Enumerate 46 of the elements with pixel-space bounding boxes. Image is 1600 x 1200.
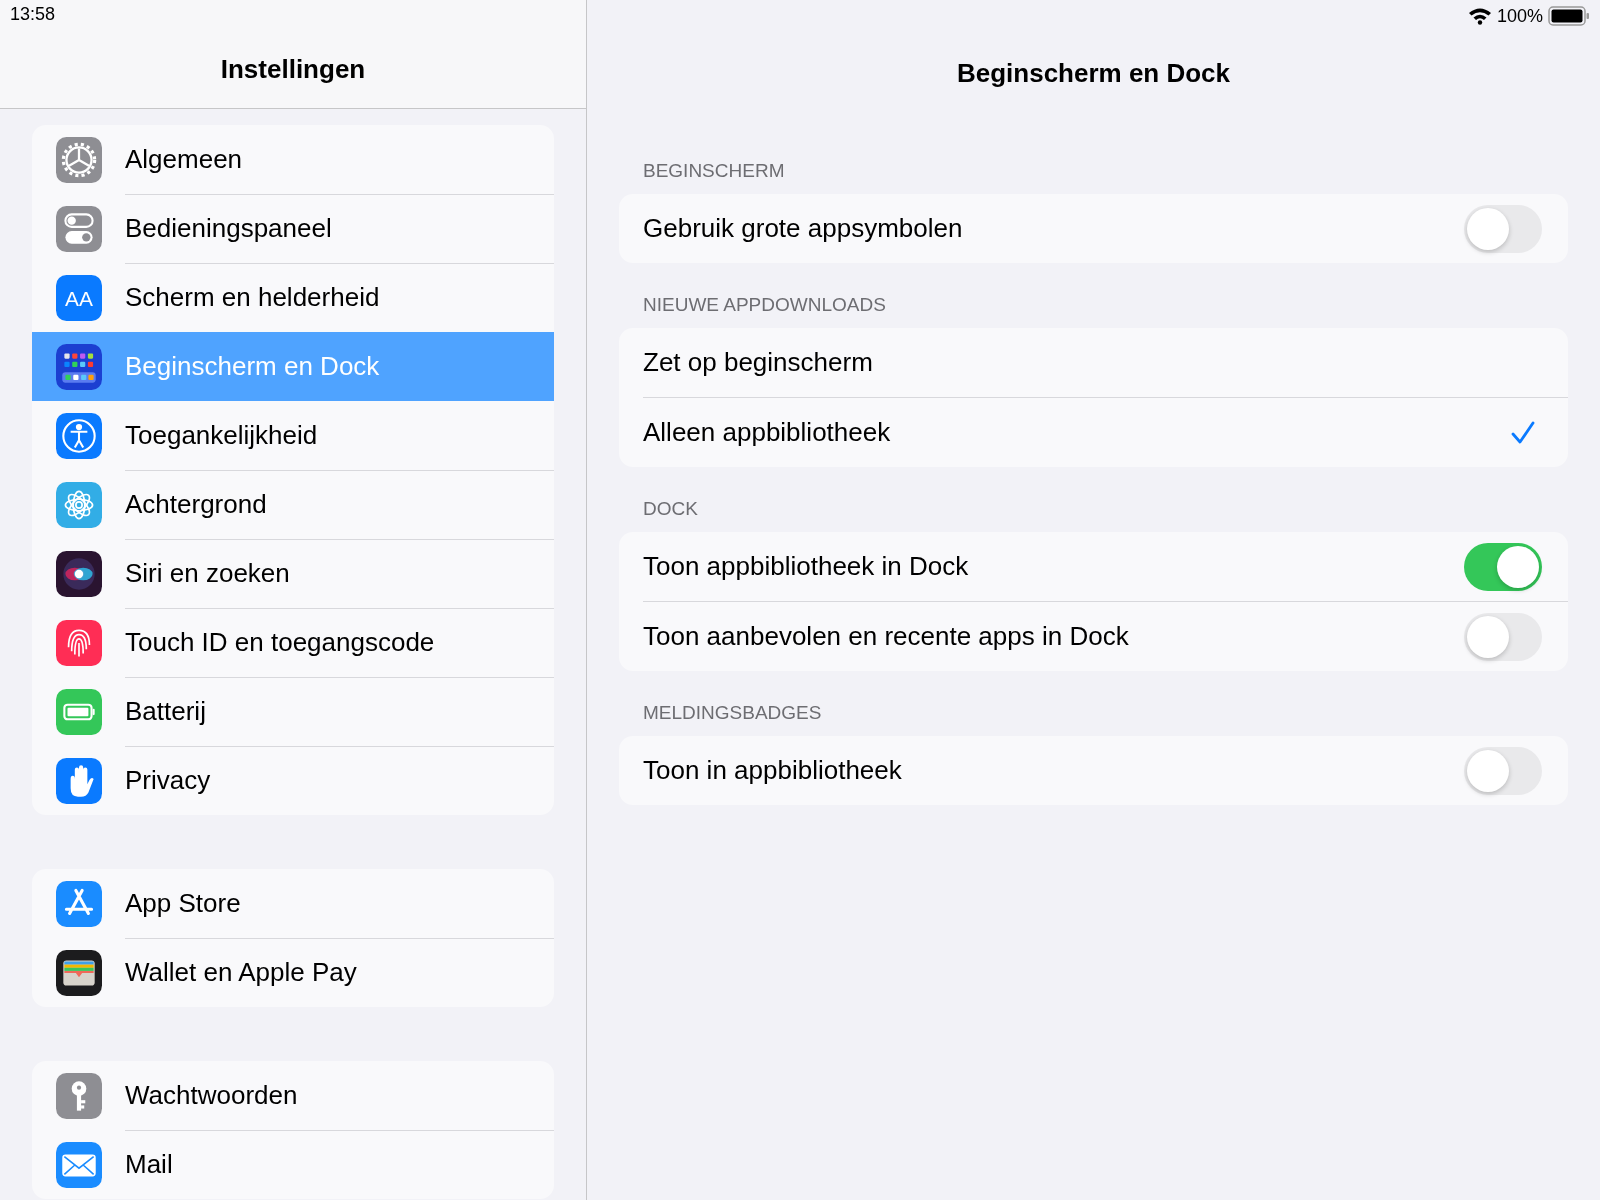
flower-icon — [56, 481, 102, 528]
sidebar-item[interactable]: Siri en zoeken — [32, 539, 554, 608]
setting-label: Zet op beginscherm — [643, 347, 874, 378]
orb-icon — [56, 550, 102, 597]
sidebar-item[interactable]: Algemeen — [32, 125, 554, 194]
setting-label: Toon appbibliotheek in Dock — [643, 551, 970, 582]
gear-icon — [56, 136, 102, 183]
hand-icon — [56, 757, 102, 804]
battery-icon — [1548, 6, 1590, 26]
status-time: 13:58 — [10, 4, 56, 25]
section-header: DOCK — [642, 498, 699, 521]
toggle-switch[interactable] — [1464, 542, 1542, 591]
toggles-icon — [56, 205, 102, 252]
wifi-icon — [1467, 7, 1492, 25]
wallet-icon — [56, 949, 102, 996]
setting-label: Alleen appbibliotheek — [643, 417, 892, 448]
sidebar-item[interactable]: Touch ID en toegangscode — [32, 608, 554, 677]
sidebar-item[interactable]: Batterij — [32, 677, 554, 746]
page-title: Beginscherm en Dock — [956, 58, 1231, 89]
app-grid-icon — [56, 343, 102, 390]
app-store-icon — [56, 880, 102, 927]
key-icon — [56, 1072, 102, 1119]
sidebar-item[interactable]: Wachtwoorden — [32, 1061, 554, 1130]
battery-icon — [56, 688, 102, 735]
battery-percentage: 100% — [1496, 5, 1543, 27]
text-size-icon: AA — [56, 274, 102, 321]
fingerprint-icon — [56, 619, 102, 666]
toggle-switch[interactable] — [1464, 612, 1542, 661]
setting-label: Toon aanbevolen en recente apps in Dock — [643, 621, 1130, 652]
sidebar-item[interactable]: Bedieningspaneel — [32, 194, 554, 263]
sidebar-item[interactable]: Achtergrond — [32, 470, 554, 539]
toggle-switch[interactable] — [1464, 746, 1542, 795]
sidebar-item[interactable]: Mail — [32, 1130, 554, 1199]
setting-label: Toon in appbibliotheek — [643, 755, 903, 786]
setting-label: Gebruik grote appsymbolen — [643, 213, 964, 244]
accessibility-icon — [56, 412, 102, 459]
section-header: BEGINSCHERM — [642, 160, 786, 183]
sidebar-item[interactable]: Wallet en Apple Pay — [32, 938, 554, 1007]
sidebar-item[interactable]: Privacy — [32, 746, 554, 815]
sidebar-item[interactable]: App Store — [32, 869, 554, 938]
sidebar-item[interactable]: Toegankelijkheid — [32, 401, 554, 470]
section-header: MELDINGSBADGES — [642, 702, 823, 725]
toggle-switch[interactable] — [1464, 204, 1542, 253]
sidebar-title: Instellingen — [220, 54, 366, 85]
mail-icon — [56, 1141, 102, 1188]
section-header: NIEUWE APPDOWNLOADS — [642, 294, 887, 317]
